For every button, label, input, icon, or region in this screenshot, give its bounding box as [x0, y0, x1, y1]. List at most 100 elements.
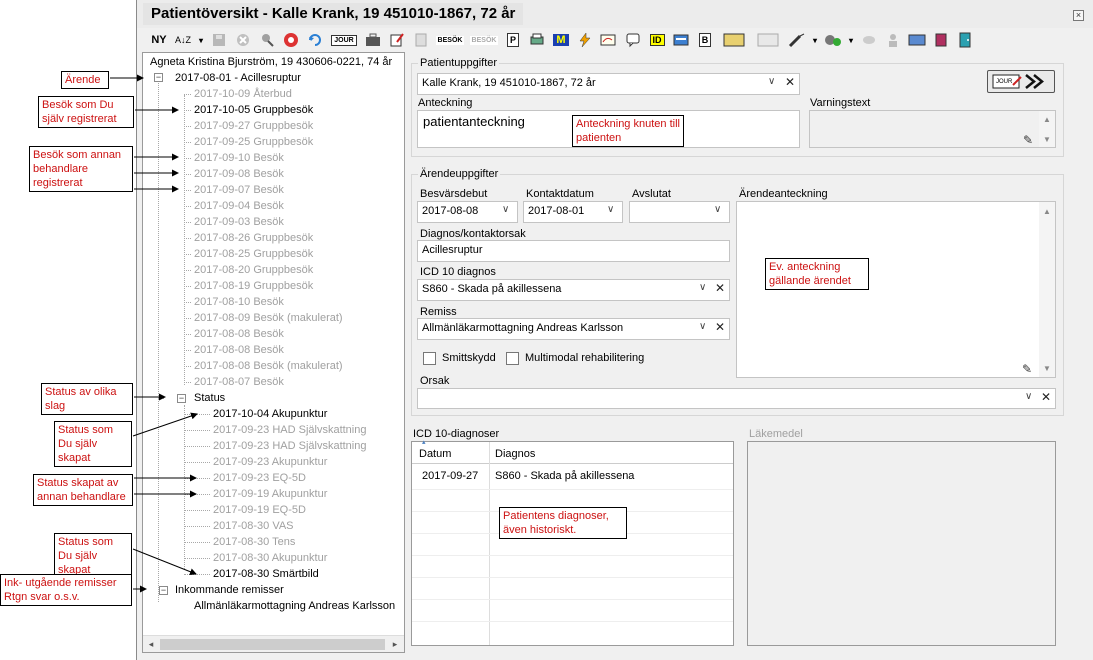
closed-date-select[interactable]: ∨: [629, 201, 730, 223]
help-icon[interactable]: [281, 30, 301, 50]
referral-select[interactable]: Allmänläkarmottagning Andreas Karlsson ∨…: [417, 318, 730, 340]
lightning-icon[interactable]: [575, 30, 595, 50]
tree-visit-item[interactable]: 2017-09-10 Besök: [194, 151, 284, 165]
tree-visit-item[interactable]: 2017-09-07 Besök: [194, 183, 284, 197]
scroll-thumb[interactable]: [160, 639, 385, 650]
book-icon[interactable]: [931, 30, 951, 50]
visit-button[interactable]: BESÖK: [435, 30, 465, 50]
tree-status-item[interactable]: 2017-09-23 HAD Självskattning: [213, 439, 366, 453]
tree-arende[interactable]: 2017-08-01 - Acillesruptur: [175, 71, 301, 85]
save-icon[interactable]: [209, 30, 229, 50]
id-button[interactable]: ID: [647, 30, 667, 50]
visit-disabled-button[interactable]: BESÖK: [469, 30, 499, 50]
blue-card-icon[interactable]: [907, 30, 927, 50]
icd-select[interactable]: S860 - Skada på akillessena ∨ ✕: [417, 279, 730, 301]
pencil-icon[interactable]: ✎: [1023, 133, 1037, 147]
card-icon[interactable]: [671, 30, 691, 50]
p-button[interactable]: P: [503, 30, 523, 50]
journal-button[interactable]: JOUR: [329, 30, 359, 50]
tree-visit-item[interactable]: 2017-10-09 Återbud: [194, 87, 292, 101]
tree-status[interactable]: Status: [194, 391, 225, 405]
pencil-icon[interactable]: ✎: [1022, 362, 1036, 376]
edit-document-icon[interactable]: [387, 30, 407, 50]
gears-icon[interactable]: [823, 30, 843, 50]
tree-visit-item[interactable]: 2017-08-19 Gruppbesök: [194, 279, 313, 293]
clear-icon[interactable]: ✕: [785, 75, 795, 89]
tree-status-item[interactable]: 2017-09-23 EQ-5D: [213, 471, 306, 485]
collapse-status-icon[interactable]: −: [177, 394, 186, 403]
bandage-icon[interactable]: [859, 30, 879, 50]
exit-door-icon[interactable]: [955, 30, 975, 50]
person-icon[interactable]: [883, 30, 903, 50]
scroll-right-icon[interactable]: ▸: [389, 638, 401, 650]
warning-text-field[interactable]: ▲ ▼ ✎: [809, 110, 1056, 148]
tree-status-item[interactable]: 2017-09-19 Akupunktur: [213, 487, 327, 501]
chevron-down-icon[interactable]: ∨: [699, 321, 706, 332]
b-button[interactable]: B: [695, 30, 715, 50]
clear-icon[interactable]: ✕: [715, 320, 725, 334]
icd-row-date[interactable]: 2017-09-27: [422, 470, 478, 482]
grid-icon[interactable]: [753, 30, 783, 50]
tree-status-item[interactable]: 2017-08-30 Tens: [213, 535, 295, 549]
tree-referral-item[interactable]: Allmänläkarmottagning Andreas Karlsson: [194, 599, 395, 613]
smittskydd-checkbox[interactable]: [423, 352, 436, 365]
m-button[interactable]: M: [551, 30, 571, 50]
stamp-icon[interactable]: [719, 30, 749, 50]
tree-visit-item[interactable]: 2017-08-08 Besök (makulerat): [194, 359, 343, 373]
new-button[interactable]: NY: [149, 30, 169, 50]
collapse-referrals-icon[interactable]: −: [159, 586, 168, 595]
icd-row-diagnosis[interactable]: S860 - Skada på akillessena: [495, 470, 634, 482]
tree-visit-item[interactable]: 2017-08-08 Besök: [194, 327, 284, 341]
tree-status-item[interactable]: 2017-08-30 Smärtbild: [213, 567, 319, 581]
clear-icon[interactable]: ✕: [1041, 390, 1051, 404]
tree-visit-item[interactable]: 2017-09-08 Besök: [194, 167, 284, 181]
tree-status-item[interactable]: 2017-09-23 Akupunktur: [213, 455, 327, 469]
collapse-arende-icon[interactable]: −: [154, 73, 163, 82]
chevron-down-icon[interactable]: ∨: [502, 204, 509, 215]
orsak-select[interactable]: ∨ ✕: [417, 388, 1056, 409]
contact-date-select[interactable]: 2017-08-01 ∨: [523, 201, 623, 223]
icd-col-date[interactable]: Datum: [419, 448, 451, 460]
scroll-left-icon[interactable]: ◂: [145, 638, 157, 650]
tree-visit-item[interactable]: 2017-08-09 Besök (makulerat): [194, 311, 343, 325]
dropdown-arrow-icon[interactable]: ▾: [811, 30, 819, 50]
tree-referrals[interactable]: Inkommande remisser: [175, 583, 284, 597]
tree-horizontal-scrollbar[interactable]: ◂ ▸: [143, 635, 404, 652]
chevron-down-icon[interactable]: ∨: [699, 282, 706, 293]
tree-status-item[interactable]: 2017-09-23 HAD Självskattning: [213, 423, 366, 437]
chevron-down-icon[interactable]: ∨: [1025, 391, 1032, 402]
dropdown-arrow-icon[interactable]: ▾: [847, 30, 855, 50]
tree-visit-item[interactable]: 2017-08-26 Gruppbesök: [194, 231, 313, 245]
sort-icon[interactable]: A↓Z: [173, 30, 193, 50]
dropdown-arrow-icon[interactable]: ▾: [197, 30, 205, 50]
tree-visit-item[interactable]: 2017-09-04 Besök: [194, 199, 284, 213]
tree-visit-item[interactable]: 2017-09-25 Gruppbesök: [194, 135, 313, 149]
onset-date-select[interactable]: 2017-08-08 ∨: [417, 201, 518, 223]
cancel-icon[interactable]: [233, 30, 253, 50]
tree-visit-item[interactable]: 2017-08-20 Gruppbesök: [194, 263, 313, 277]
diag-reason-field[interactable]: Acillesruptur: [417, 240, 730, 262]
refresh-icon[interactable]: [305, 30, 325, 50]
print-icon[interactable]: [527, 30, 547, 50]
briefcase-icon[interactable]: [363, 30, 383, 50]
chevron-down-icon[interactable]: ∨: [768, 76, 775, 87]
multimodal-checkbox[interactable]: [506, 352, 519, 365]
tree-status-item[interactable]: 2017-09-19 EQ-5D: [213, 503, 306, 517]
tree-status-item[interactable]: 2017-10-04 Akupunktur: [213, 407, 327, 421]
syringe-icon[interactable]: [787, 30, 807, 50]
tree-visit-item[interactable]: 2017-09-03 Besök: [194, 215, 284, 229]
search-person-icon[interactable]: [257, 30, 277, 50]
icd-col-diagnosis[interactable]: Diagnos: [495, 448, 535, 460]
close-icon[interactable]: ×: [1073, 10, 1084, 21]
patient-select[interactable]: Kalle Krank, 19 451010-1867, 72 år ∨ ✕: [417, 73, 800, 95]
signature-icon[interactable]: [599, 30, 619, 50]
tree-visit-item[interactable]: 2017-08-10 Besök: [194, 295, 284, 309]
tree-visit-item[interactable]: 2017-08-08 Besök: [194, 343, 284, 357]
chevron-down-icon[interactable]: ∨: [607, 204, 614, 215]
chevron-down-icon[interactable]: ∨: [714, 204, 721, 215]
clear-icon[interactable]: ✕: [715, 281, 725, 295]
tree-visit-item[interactable]: 2017-10-05 Gruppbesök: [194, 103, 313, 117]
tree-status-item[interactable]: 2017-08-30 VAS: [213, 519, 294, 533]
journal-forward-button[interactable]: JOUR: [987, 70, 1055, 93]
tree-visit-item[interactable]: 2017-08-25 Gruppbesök: [194, 247, 313, 261]
